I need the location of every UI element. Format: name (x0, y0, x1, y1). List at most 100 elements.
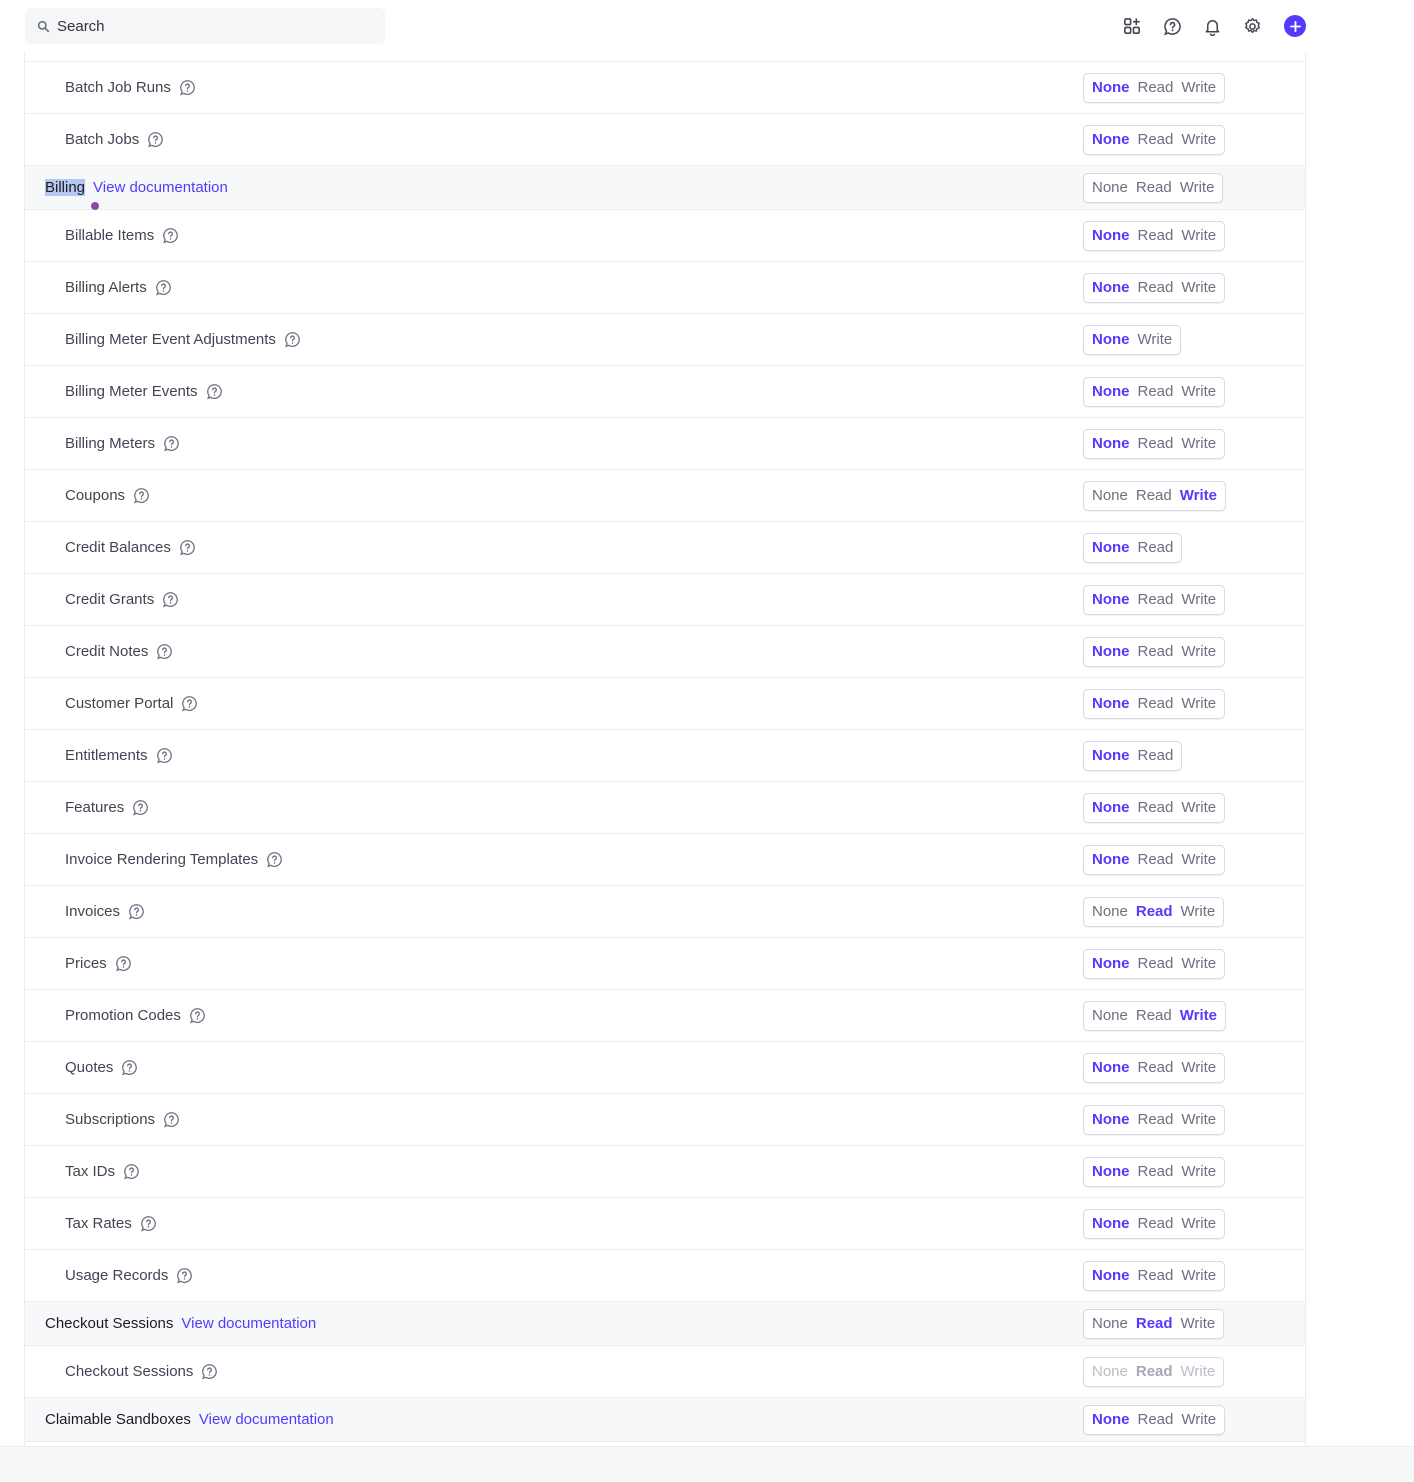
option-write[interactable]: Write (1177, 131, 1220, 148)
permission-toggle[interactable]: None Read Write (1083, 172, 1224, 203)
option-write[interactable]: Write (1176, 1007, 1221, 1024)
permission-toggle[interactable]: None Read Write (1083, 72, 1226, 103)
permission-toggle[interactable]: None Read Write (1083, 844, 1226, 875)
option-write[interactable]: Write (1176, 179, 1219, 196)
option-none[interactable]: None (1088, 227, 1134, 244)
option-read[interactable]: Read (1134, 1215, 1178, 1232)
permission-toggle[interactable]: None Read Write (1083, 1260, 1226, 1291)
search-input[interactable]: Search (25, 8, 385, 44)
option-none[interactable]: None (1088, 279, 1134, 296)
option-none[interactable]: None (1088, 179, 1132, 196)
option-write[interactable]: Write (1177, 227, 1220, 244)
help-icon[interactable] (201, 1363, 218, 1380)
option-none[interactable]: None (1088, 1215, 1134, 1232)
bell-icon[interactable] (1201, 15, 1223, 37)
option-none[interactable]: None (1088, 1267, 1134, 1284)
help-icon[interactable] (128, 903, 145, 920)
option-none[interactable]: None (1088, 487, 1132, 504)
option-none[interactable]: None (1088, 1059, 1134, 1076)
option-none[interactable]: None (1088, 1163, 1134, 1180)
permission-toggle[interactable]: None Read Write (1083, 792, 1226, 823)
permission-toggle[interactable]: None Read (1083, 740, 1183, 771)
help-icon[interactable] (163, 435, 180, 452)
help-icon[interactable] (189, 1007, 206, 1024)
option-none[interactable]: None (1088, 131, 1134, 148)
option-none[interactable]: None (1088, 643, 1134, 660)
permission-toggle[interactable]: None Read Write (1083, 584, 1226, 615)
permission-toggle[interactable]: None Read (1083, 532, 1183, 563)
help-icon[interactable] (179, 79, 196, 96)
option-none[interactable]: None (1088, 747, 1134, 764)
permission-toggle[interactable]: None Write (1083, 324, 1182, 355)
permission-toggle[interactable]: None Read Write (1083, 1052, 1226, 1083)
permission-toggle[interactable]: None Read Write (1083, 948, 1226, 979)
help-icon[interactable] (162, 591, 179, 608)
option-read[interactable]: Read (1134, 851, 1178, 868)
option-write[interactable]: Write (1177, 903, 1220, 920)
help-icon[interactable] (156, 643, 173, 660)
option-read[interactable]: Read (1134, 1111, 1178, 1128)
help-icon[interactable] (156, 747, 173, 764)
permission-toggle[interactable]: None Read Write (1083, 272, 1226, 303)
view-documentation-link[interactable]: View documentation (93, 179, 228, 196)
option-write[interactable]: Write (1177, 79, 1220, 96)
permission-toggle[interactable]: None Read Write (1083, 688, 1226, 719)
option-none[interactable]: None (1088, 1111, 1134, 1128)
help-icon[interactable] (132, 799, 149, 816)
help-icon[interactable] (1161, 15, 1183, 37)
option-write[interactable]: Write (1177, 1411, 1220, 1428)
permission-toggle[interactable]: None Read Write (1083, 124, 1226, 155)
option-write[interactable]: Write (1177, 1267, 1220, 1284)
help-icon[interactable] (176, 1267, 193, 1284)
option-read[interactable]: Read (1134, 279, 1178, 296)
help-icon[interactable] (266, 851, 283, 868)
option-read[interactable]: Read (1134, 435, 1178, 452)
view-documentation-link[interactable]: View documentation (199, 1411, 334, 1428)
option-none[interactable]: None (1088, 435, 1134, 452)
permission-toggle[interactable]: None Read Write (1083, 376, 1226, 407)
option-read[interactable]: Read (1134, 79, 1178, 96)
permission-toggle[interactable]: None Read Write (1083, 1104, 1226, 1135)
option-write[interactable]: Write (1177, 1059, 1220, 1076)
permission-toggle[interactable]: None Read Write (1083, 1308, 1225, 1339)
option-read[interactable]: Read (1134, 227, 1178, 244)
permission-toggle[interactable]: None Read Write (1083, 1000, 1226, 1031)
option-none[interactable]: None (1088, 1007, 1132, 1024)
permission-toggle[interactable]: None Read Write (1083, 480, 1226, 511)
help-icon[interactable] (181, 695, 198, 712)
option-read[interactable]: Read (1134, 643, 1178, 660)
option-read[interactable]: Read (1134, 1267, 1178, 1284)
help-icon[interactable] (162, 227, 179, 244)
option-write[interactable]: Write (1177, 383, 1220, 400)
option-read[interactable]: Read (1132, 903, 1177, 920)
option-write[interactable]: Write (1177, 1315, 1220, 1332)
option-read[interactable]: Read (1132, 179, 1176, 196)
option-write[interactable]: Write (1177, 955, 1220, 972)
option-read[interactable]: Read (1132, 1007, 1176, 1024)
apps-icon[interactable] (1121, 15, 1143, 37)
option-write[interactable]: Write (1177, 591, 1220, 608)
option-write[interactable]: Write (1177, 695, 1220, 712)
option-none[interactable]: None (1088, 383, 1134, 400)
option-write[interactable]: Write (1177, 799, 1220, 816)
option-none[interactable]: None (1088, 591, 1134, 608)
permission-toggle[interactable]: None Read Write (1083, 1156, 1226, 1187)
option-write[interactable]: Write (1177, 643, 1220, 660)
option-none[interactable]: None (1088, 79, 1134, 96)
help-icon[interactable] (115, 955, 132, 972)
option-none[interactable]: None (1088, 331, 1134, 348)
option-none[interactable]: None (1088, 851, 1134, 868)
help-icon[interactable] (163, 1111, 180, 1128)
help-icon[interactable] (206, 383, 223, 400)
option-write[interactable]: Write (1177, 1111, 1220, 1128)
option-read[interactable]: Read (1132, 487, 1176, 504)
option-read[interactable]: Read (1134, 955, 1178, 972)
option-write[interactable]: Write (1177, 851, 1220, 868)
option-none[interactable]: None (1088, 539, 1134, 556)
permission-toggle[interactable]: None Read Write (1083, 220, 1226, 251)
option-none[interactable]: None (1088, 955, 1134, 972)
option-read[interactable]: Read (1134, 799, 1178, 816)
option-write[interactable]: Write (1176, 487, 1221, 504)
option-none[interactable]: None (1088, 903, 1132, 920)
option-none[interactable]: None (1088, 1315, 1132, 1332)
